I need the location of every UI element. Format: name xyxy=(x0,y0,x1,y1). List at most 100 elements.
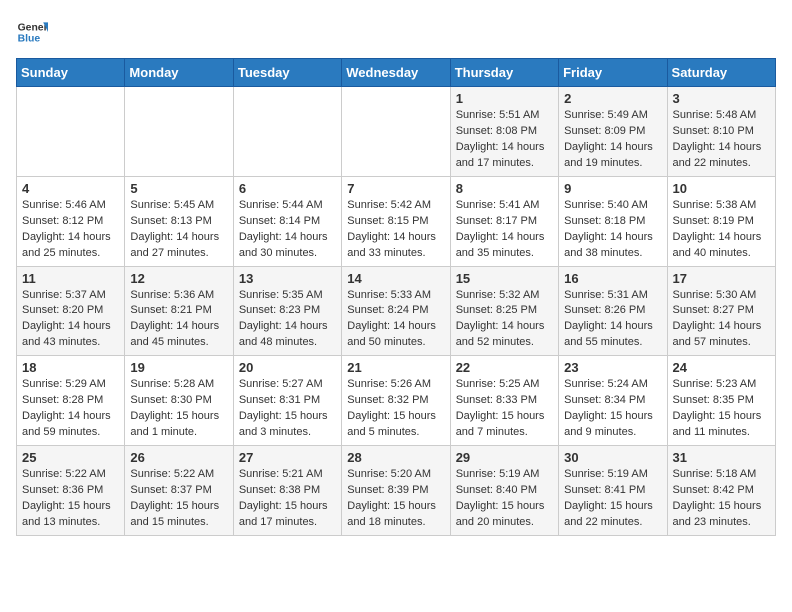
calendar-cell xyxy=(342,87,450,177)
day-content: Sunrise: 5:38 AM Sunset: 8:19 PM Dayligh… xyxy=(673,198,770,262)
calendar-cell: 18 Sunrise: 5:29 AM Sunset: 8:28 PM Dayli… xyxy=(17,356,125,446)
calendar-cell: 6 Sunrise: 5:44 AM Sunset: 8:14 PM Daylig… xyxy=(233,176,341,266)
calendar-cell: 19 Sunrise: 5:28 AM Sunset: 8:30 PM Dayli… xyxy=(125,356,233,446)
day-header-saturday: Saturday xyxy=(667,59,775,87)
calendar-cell: 22Sunrise: 5:25 AM Sunset: 8:33 PM Dayli… xyxy=(450,356,558,446)
day-content: Sunrise: 5:48 AM Sunset: 8:10 PM Dayligh… xyxy=(673,108,770,172)
svg-text:Blue: Blue xyxy=(18,34,41,45)
day-number: 14 xyxy=(347,271,444,286)
day-number: 28 xyxy=(347,450,444,465)
day-number: 5 xyxy=(130,181,227,196)
day-number: 15 xyxy=(456,271,553,286)
calendar-cell xyxy=(125,87,233,177)
week-row-3: 11 Sunrise: 5:37 AM Sunset: 8:20 PM Dayli… xyxy=(17,266,776,356)
day-content: Sunrise: 5:20 AM Sunset: 8:39 PM Dayligh… xyxy=(347,467,444,531)
day-content: Sunrise: 5:19 AM Sunset: 8:41 PM Dayligh… xyxy=(564,467,661,531)
day-header-thursday: Thursday xyxy=(450,59,558,87)
day-number: 21 xyxy=(347,360,444,375)
day-content: Sunrise: 5:28 AM Sunset: 8:30 PM Dayligh… xyxy=(130,377,227,441)
day-number: 10 xyxy=(673,181,770,196)
day-content: Sunrise: 5:49 AM Sunset: 8:09 PM Dayligh… xyxy=(564,108,661,172)
calendar-cell: 25 Sunrise: 5:22 AM Sunset: 8:36 PM Dayli… xyxy=(17,446,125,536)
day-number: 8 xyxy=(456,181,553,196)
day-number: 19 xyxy=(130,360,227,375)
day-content: Sunrise: 5:22 AM Sunset: 8:37 PM Dayligh… xyxy=(130,467,227,531)
calendar-cell: 24Sunrise: 5:23 AM Sunset: 8:35 PM Dayli… xyxy=(667,356,775,446)
day-number: 30 xyxy=(564,450,661,465)
day-content: Sunrise: 5:22 AM Sunset: 8:36 PM Dayligh… xyxy=(22,467,119,531)
calendar-table: SundayMondayTuesdayWednesdayThursdayFrid… xyxy=(16,58,776,536)
calendar-cell: 23 Sunrise: 5:24 AM Sunset: 8:34 PM Dayli… xyxy=(559,356,667,446)
days-header-row: SundayMondayTuesdayWednesdayThursdayFrid… xyxy=(17,59,776,87)
week-row-1: 1 Sunrise: 5:51 AM Sunset: 8:08 PM Daylig… xyxy=(17,87,776,177)
week-row-5: 25 Sunrise: 5:22 AM Sunset: 8:36 PM Dayli… xyxy=(17,446,776,536)
day-number: 29 xyxy=(456,450,553,465)
day-content: Sunrise: 5:36 AM Sunset: 8:21 PM Dayligh… xyxy=(130,288,227,352)
calendar-cell: 9 Sunrise: 5:40 AM Sunset: 8:18 PM Daylig… xyxy=(559,176,667,266)
day-header-monday: Monday xyxy=(125,59,233,87)
svg-text:General: General xyxy=(18,22,48,33)
day-content: Sunrise: 5:33 AM Sunset: 8:24 PM Dayligh… xyxy=(347,288,444,352)
day-content: Sunrise: 5:44 AM Sunset: 8:14 PM Dayligh… xyxy=(239,198,336,262)
calendar-cell: 20 Sunrise: 5:27 AM Sunset: 8:31 PM Dayli… xyxy=(233,356,341,446)
logo-icon: General Blue xyxy=(16,16,48,48)
day-number: 9 xyxy=(564,181,661,196)
day-content: Sunrise: 5:29 AM Sunset: 8:28 PM Dayligh… xyxy=(22,377,119,441)
calendar-cell: 1 Sunrise: 5:51 AM Sunset: 8:08 PM Daylig… xyxy=(450,87,558,177)
day-number: 6 xyxy=(239,181,336,196)
calendar-cell: 10 Sunrise: 5:38 AM Sunset: 8:19 PM Dayli… xyxy=(667,176,775,266)
day-header-tuesday: Tuesday xyxy=(233,59,341,87)
calendar-cell xyxy=(233,87,341,177)
calendar-cell xyxy=(17,87,125,177)
calendar-cell: 12 Sunrise: 5:36 AM Sunset: 8:21 PM Dayli… xyxy=(125,266,233,356)
day-number: 11 xyxy=(22,271,119,286)
week-row-2: 4 Sunrise: 5:46 AM Sunset: 8:12 PM Daylig… xyxy=(17,176,776,266)
calendar-cell: 26 Sunrise: 5:22 AM Sunset: 8:37 PM Dayli… xyxy=(125,446,233,536)
calendar-cell: 4 Sunrise: 5:46 AM Sunset: 8:12 PM Daylig… xyxy=(17,176,125,266)
calendar-cell: 16Sunrise: 5:31 AM Sunset: 8:26 PM Dayli… xyxy=(559,266,667,356)
day-content: Sunrise: 5:41 AM Sunset: 8:17 PM Dayligh… xyxy=(456,198,553,262)
day-content: Sunrise: 5:40 AM Sunset: 8:18 PM Dayligh… xyxy=(564,198,661,262)
day-number: 25 xyxy=(22,450,119,465)
day-number: 23 xyxy=(564,360,661,375)
day-header-sunday: Sunday xyxy=(17,59,125,87)
day-number: 22 xyxy=(456,360,553,375)
calendar-cell: 17Sunrise: 5:30 AM Sunset: 8:27 PM Dayli… xyxy=(667,266,775,356)
day-content: Sunrise: 5:42 AM Sunset: 8:15 PM Dayligh… xyxy=(347,198,444,262)
day-number: 20 xyxy=(239,360,336,375)
calendar-cell: 21 Sunrise: 5:26 AM Sunset: 8:32 PM Dayli… xyxy=(342,356,450,446)
calendar-cell: 14 Sunrise: 5:33 AM Sunset: 8:24 PM Dayli… xyxy=(342,266,450,356)
day-content: Sunrise: 5:35 AM Sunset: 8:23 PM Dayligh… xyxy=(239,288,336,352)
day-number: 4 xyxy=(22,181,119,196)
day-header-friday: Friday xyxy=(559,59,667,87)
day-content: Sunrise: 5:37 AM Sunset: 8:20 PM Dayligh… xyxy=(22,288,119,352)
day-content: Sunrise: 5:32 AM Sunset: 8:25 PM Dayligh… xyxy=(456,288,553,352)
day-number: 13 xyxy=(239,271,336,286)
calendar-cell: 3Sunrise: 5:48 AM Sunset: 8:10 PM Daylig… xyxy=(667,87,775,177)
day-number: 12 xyxy=(130,271,227,286)
calendar-cell: 11 Sunrise: 5:37 AM Sunset: 8:20 PM Dayli… xyxy=(17,266,125,356)
day-number: 1 xyxy=(456,91,553,106)
calendar-cell: 7Sunrise: 5:42 AM Sunset: 8:15 PM Daylig… xyxy=(342,176,450,266)
calendar-cell: 2 Sunrise: 5:49 AM Sunset: 8:09 PM Daylig… xyxy=(559,87,667,177)
day-number: 17 xyxy=(673,271,770,286)
calendar-cell: 28 Sunrise: 5:20 AM Sunset: 8:39 PM Dayli… xyxy=(342,446,450,536)
day-content: Sunrise: 5:51 AM Sunset: 8:08 PM Dayligh… xyxy=(456,108,553,172)
calendar-cell: 13 Sunrise: 5:35 AM Sunset: 8:23 PM Dayli… xyxy=(233,266,341,356)
calendar-cell: 8 Sunrise: 5:41 AM Sunset: 8:17 PM Daylig… xyxy=(450,176,558,266)
calendar-cell: 15 Sunrise: 5:32 AM Sunset: 8:25 PM Dayli… xyxy=(450,266,558,356)
day-number: 2 xyxy=(564,91,661,106)
day-header-wednesday: Wednesday xyxy=(342,59,450,87)
calendar-cell: 29Sunrise: 5:19 AM Sunset: 8:40 PM Dayli… xyxy=(450,446,558,536)
day-number: 18 xyxy=(22,360,119,375)
day-number: 26 xyxy=(130,450,227,465)
week-row-4: 18 Sunrise: 5:29 AM Sunset: 8:28 PM Dayli… xyxy=(17,356,776,446)
day-content: Sunrise: 5:46 AM Sunset: 8:12 PM Dayligh… xyxy=(22,198,119,262)
day-content: Sunrise: 5:26 AM Sunset: 8:32 PM Dayligh… xyxy=(347,377,444,441)
day-content: Sunrise: 5:27 AM Sunset: 8:31 PM Dayligh… xyxy=(239,377,336,441)
calendar-cell: 30 Sunrise: 5:19 AM Sunset: 8:41 PM Dayli… xyxy=(559,446,667,536)
day-number: 31 xyxy=(673,450,770,465)
day-number: 24 xyxy=(673,360,770,375)
day-content: Sunrise: 5:24 AM Sunset: 8:34 PM Dayligh… xyxy=(564,377,661,441)
logo: General Blue xyxy=(16,16,48,48)
